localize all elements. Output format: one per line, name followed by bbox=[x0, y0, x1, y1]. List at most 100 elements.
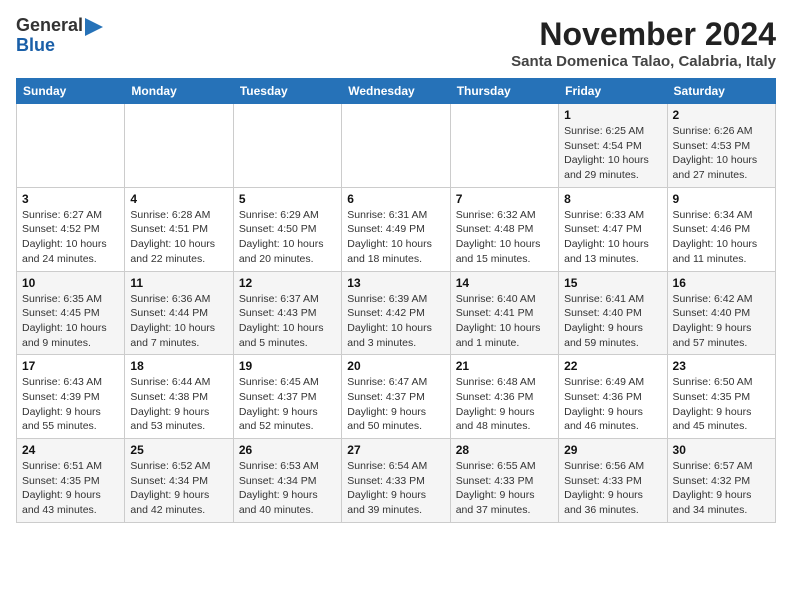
day-number: 23 bbox=[673, 359, 770, 373]
day-info: Sunrise: 6:50 AM Sunset: 4:35 PM Dayligh… bbox=[673, 375, 770, 434]
calendar-cell: 24 Sunrise: 6:51 AM Sunset: 4:35 PM Dayli… bbox=[17, 439, 125, 523]
calendar-cell: 8Sunrise: 6:33 AM Sunset: 4:47 PM Daylig… bbox=[559, 187, 667, 271]
day-number: 1 bbox=[564, 108, 661, 122]
day-number: 8 bbox=[564, 192, 661, 206]
header-monday: Monday bbox=[125, 79, 233, 104]
calendar-cell: 29 Sunrise: 6:56 AM Sunset: 4:33 PM Dayli… bbox=[559, 439, 667, 523]
day-info: Sunrise: 6:28 AM Sunset: 4:51 PM Dayligh… bbox=[130, 208, 227, 267]
calendar-cell: 6Sunrise: 6:31 AM Sunset: 4:49 PM Daylig… bbox=[342, 187, 450, 271]
calendar-cell: 18Sunrise: 6:44 AM Sunset: 4:38 PM Dayli… bbox=[125, 355, 233, 439]
calendar-cell: 21Sunrise: 6:48 AM Sunset: 4:36 PM Dayli… bbox=[450, 355, 558, 439]
calendar-cell: 5 Sunrise: 6:29 AM Sunset: 4:50 PM Daylig… bbox=[233, 187, 341, 271]
day-info: Sunrise: 6:39 AM Sunset: 4:42 PM Dayligh… bbox=[347, 292, 444, 351]
header-tuesday: Tuesday bbox=[233, 79, 341, 104]
calendar-cell: 17 Sunrise: 6:43 AM Sunset: 4:39 PM Dayli… bbox=[17, 355, 125, 439]
header-sunday: Sunday bbox=[17, 79, 125, 104]
calendar-cell: 9 Sunrise: 6:34 AM Sunset: 4:46 PM Daylig… bbox=[667, 187, 775, 271]
day-number: 10 bbox=[22, 276, 119, 290]
day-info: Sunrise: 6:36 AM Sunset: 4:44 PM Dayligh… bbox=[130, 292, 227, 351]
day-number: 16 bbox=[673, 276, 770, 290]
calendar-week-0: 1 Sunrise: 6:25 AM Sunset: 4:54 PM Daylig… bbox=[17, 104, 776, 188]
logo-blue: Blue bbox=[16, 36, 55, 56]
day-number: 14 bbox=[456, 276, 553, 290]
day-info: Sunrise: 6:34 AM Sunset: 4:46 PM Dayligh… bbox=[673, 208, 770, 267]
calendar-week-1: 3 Sunrise: 6:27 AM Sunset: 4:52 PM Daylig… bbox=[17, 187, 776, 271]
day-number: 28 bbox=[456, 443, 553, 457]
day-info: Sunrise: 6:31 AM Sunset: 4:49 PM Dayligh… bbox=[347, 208, 444, 267]
day-number: 30 bbox=[673, 443, 770, 457]
header: General Blue November 2024 Santa Domenic… bbox=[16, 16, 776, 70]
calendar-cell: 22Sunrise: 6:49 AM Sunset: 4:36 PM Dayli… bbox=[559, 355, 667, 439]
calendar-cell: 20 Sunrise: 6:47 AM Sunset: 4:37 PM Dayli… bbox=[342, 355, 450, 439]
day-number: 19 bbox=[239, 359, 336, 373]
calendar-week-2: 10 Sunrise: 6:35 AM Sunset: 4:45 PM Dayli… bbox=[17, 271, 776, 355]
logo-general: General bbox=[16, 16, 83, 36]
calendar-cell: 26 Sunrise: 6:53 AM Sunset: 4:34 PM Dayli… bbox=[233, 439, 341, 523]
day-number: 2 bbox=[673, 108, 770, 122]
day-number: 27 bbox=[347, 443, 444, 457]
calendar-cell bbox=[450, 104, 558, 188]
calendar-week-4: 24 Sunrise: 6:51 AM Sunset: 4:35 PM Dayli… bbox=[17, 439, 776, 523]
day-number: 17 bbox=[22, 359, 119, 373]
day-info: Sunrise: 6:25 AM Sunset: 4:54 PM Dayligh… bbox=[564, 124, 661, 183]
calendar-cell: 2 Sunrise: 6:26 AM Sunset: 4:53 PM Daylig… bbox=[667, 104, 775, 188]
calendar-cell: 16 Sunrise: 6:42 AM Sunset: 4:40 PM Dayli… bbox=[667, 271, 775, 355]
header-thursday: Thursday bbox=[450, 79, 558, 104]
day-info: Sunrise: 6:27 AM Sunset: 4:52 PM Dayligh… bbox=[22, 208, 119, 267]
calendar-cell bbox=[233, 104, 341, 188]
calendar-cell: 27Sunrise: 6:54 AM Sunset: 4:33 PM Dayli… bbox=[342, 439, 450, 523]
day-info: Sunrise: 6:40 AM Sunset: 4:41 PM Dayligh… bbox=[456, 292, 553, 351]
day-number: 3 bbox=[22, 192, 119, 206]
day-number: 5 bbox=[239, 192, 336, 206]
weekday-header-row: Sunday Monday Tuesday Wednesday Thursday… bbox=[17, 79, 776, 104]
calendar-cell: 7Sunrise: 6:32 AM Sunset: 4:48 PM Daylig… bbox=[450, 187, 558, 271]
header-friday: Friday bbox=[559, 79, 667, 104]
calendar-cell: 25 Sunrise: 6:52 AM Sunset: 4:34 PM Dayli… bbox=[125, 439, 233, 523]
day-number: 15 bbox=[564, 276, 661, 290]
calendar-cell: 15 Sunrise: 6:41 AM Sunset: 4:40 PM Dayli… bbox=[559, 271, 667, 355]
calendar-table: Sunday Monday Tuesday Wednesday Thursday… bbox=[16, 78, 776, 523]
calendar-cell: 4Sunrise: 6:28 AM Sunset: 4:51 PM Daylig… bbox=[125, 187, 233, 271]
day-number: 25 bbox=[130, 443, 227, 457]
day-info: Sunrise: 6:26 AM Sunset: 4:53 PM Dayligh… bbox=[673, 124, 770, 183]
day-info: Sunrise: 6:29 AM Sunset: 4:50 PM Dayligh… bbox=[239, 208, 336, 267]
title-area: November 2024 Santa Domenica Talao, Cala… bbox=[511, 16, 776, 70]
logo: General Blue bbox=[16, 16, 103, 56]
day-info: Sunrise: 6:35 AM Sunset: 4:45 PM Dayligh… bbox=[22, 292, 119, 351]
day-number: 20 bbox=[347, 359, 444, 373]
day-number: 9 bbox=[673, 192, 770, 206]
day-info: Sunrise: 6:32 AM Sunset: 4:48 PM Dayligh… bbox=[456, 208, 553, 267]
day-info: Sunrise: 6:55 AM Sunset: 4:33 PM Dayligh… bbox=[456, 459, 553, 518]
logo-icon bbox=[85, 18, 103, 36]
day-number: 21 bbox=[456, 359, 553, 373]
calendar-cell: 14 Sunrise: 6:40 AM Sunset: 4:41 PM Dayli… bbox=[450, 271, 558, 355]
calendar-cell: 19Sunrise: 6:45 AM Sunset: 4:37 PM Dayli… bbox=[233, 355, 341, 439]
day-info: Sunrise: 6:57 AM Sunset: 4:32 PM Dayligh… bbox=[673, 459, 770, 518]
calendar-cell: 3 Sunrise: 6:27 AM Sunset: 4:52 PM Daylig… bbox=[17, 187, 125, 271]
day-info: Sunrise: 6:47 AM Sunset: 4:37 PM Dayligh… bbox=[347, 375, 444, 434]
day-number: 12 bbox=[239, 276, 336, 290]
day-info: Sunrise: 6:41 AM Sunset: 4:40 PM Dayligh… bbox=[564, 292, 661, 351]
day-info: Sunrise: 6:52 AM Sunset: 4:34 PM Dayligh… bbox=[130, 459, 227, 518]
day-info: Sunrise: 6:56 AM Sunset: 4:33 PM Dayligh… bbox=[564, 459, 661, 518]
day-info: Sunrise: 6:43 AM Sunset: 4:39 PM Dayligh… bbox=[22, 375, 119, 434]
day-number: 11 bbox=[130, 276, 227, 290]
location-title: Santa Domenica Talao, Calabria, Italy bbox=[511, 53, 776, 70]
day-number: 29 bbox=[564, 443, 661, 457]
calendar-cell: 10 Sunrise: 6:35 AM Sunset: 4:45 PM Dayli… bbox=[17, 271, 125, 355]
calendar-cell: 28 Sunrise: 6:55 AM Sunset: 4:33 PM Dayli… bbox=[450, 439, 558, 523]
day-info: Sunrise: 6:37 AM Sunset: 4:43 PM Dayligh… bbox=[239, 292, 336, 351]
calendar-cell: 1 Sunrise: 6:25 AM Sunset: 4:54 PM Daylig… bbox=[559, 104, 667, 188]
calendar-cell bbox=[17, 104, 125, 188]
header-saturday: Saturday bbox=[667, 79, 775, 104]
day-info: Sunrise: 6:53 AM Sunset: 4:34 PM Dayligh… bbox=[239, 459, 336, 518]
calendar-cell bbox=[342, 104, 450, 188]
day-info: Sunrise: 6:51 AM Sunset: 4:35 PM Dayligh… bbox=[22, 459, 119, 518]
calendar-week-3: 17 Sunrise: 6:43 AM Sunset: 4:39 PM Dayli… bbox=[17, 355, 776, 439]
day-number: 18 bbox=[130, 359, 227, 373]
calendar-cell: 12 Sunrise: 6:37 AM Sunset: 4:43 PM Dayli… bbox=[233, 271, 341, 355]
calendar-cell bbox=[125, 104, 233, 188]
day-info: Sunrise: 6:42 AM Sunset: 4:40 PM Dayligh… bbox=[673, 292, 770, 351]
day-number: 24 bbox=[22, 443, 119, 457]
day-number: 26 bbox=[239, 443, 336, 457]
